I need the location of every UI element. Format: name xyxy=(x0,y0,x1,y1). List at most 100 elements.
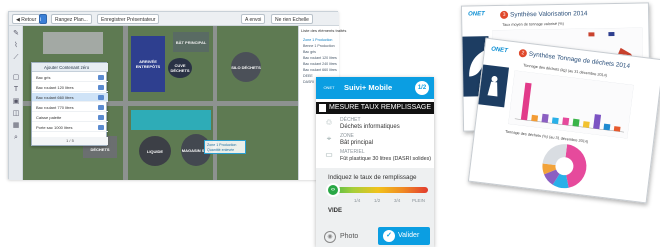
building-lot[interactable] xyxy=(43,32,103,54)
fill-level-slider[interactable] xyxy=(328,187,428,193)
container-row[interactable]: Bac roulant 660 litres xyxy=(32,93,108,102)
tab-presentation[interactable]: Enregistrer Présentateur xyxy=(97,14,160,24)
text-icon[interactable]: T xyxy=(12,86,20,94)
materiel-icon: ▭ xyxy=(325,150,333,159)
building-label: LIQUIDE xyxy=(146,148,164,154)
onet-logo: ONET xyxy=(323,85,335,90)
tick-label: 1/2 xyxy=(374,198,381,203)
building-label: CUVE DÉCHETS xyxy=(170,63,190,73)
image-icon[interactable]: ▣ xyxy=(12,98,20,106)
list-item[interactable]: Bac roulant 240 litres xyxy=(303,62,337,66)
photo-button[interactable]: ◉ Photo xyxy=(324,230,372,244)
bin-icon xyxy=(98,75,104,80)
section-bar: MESURE TAUX REMPLISSAGE xyxy=(316,102,434,114)
section-title: MESURE TAUX REMPLISSAGE xyxy=(329,104,432,111)
materiel-value: Fût plastique 30 litres (DASRI solides) xyxy=(340,156,432,162)
report-side-band xyxy=(478,64,510,108)
waste-icon: ♲ xyxy=(325,118,333,127)
tooltip-text: Quantité enlevée xyxy=(207,148,235,152)
left-toolbar: ✎ ⌇ ⟋ ▢ T ▣ ◫ ▦ ⌕ xyxy=(9,26,23,180)
list-item[interactable]: Bac roulant 120 litres xyxy=(303,56,337,60)
photo-label: Photo xyxy=(340,233,359,240)
bar xyxy=(551,117,559,125)
materiel-label: MATERIEL xyxy=(340,149,365,155)
pen-icon[interactable]: ✎ xyxy=(12,30,20,38)
container-row[interactable]: Bac gris xyxy=(32,73,108,82)
back-button[interactable]: ◀ Retour xyxy=(12,14,41,24)
bin-icon xyxy=(98,85,104,90)
building-liquide[interactable]: LIQUIDE xyxy=(139,136,171,166)
line-icon[interactable]: ⟋ xyxy=(12,54,20,62)
shape-icon[interactable]: ▢ xyxy=(12,74,20,82)
building-label: BÂT PRINCIPAL xyxy=(175,39,207,45)
onet-logo: ONET xyxy=(490,46,509,55)
bar xyxy=(613,126,621,132)
list-item[interactable]: DASRI xyxy=(303,80,314,84)
tonnage-bar-chart xyxy=(508,70,634,139)
container-label: Bac roulant 770 litres xyxy=(36,105,74,110)
tonnage-donut-chart xyxy=(542,144,587,189)
send-button[interactable]: A envoi xyxy=(241,14,266,24)
tick-label: 1/4 xyxy=(354,198,361,203)
container-label: Porte sac 1000 litres xyxy=(36,125,73,130)
bar xyxy=(582,121,590,128)
bar xyxy=(572,118,580,127)
grid-icon[interactable]: ▦ xyxy=(12,122,20,130)
tick-label: 3/4 xyxy=(394,198,401,203)
zone-label: ZONE xyxy=(340,133,354,139)
report-page-tonnage: ONET 2 Synthèse Tonnage de déchets 2014 T… xyxy=(467,37,660,204)
toolbar: ◀ Retour i Rangez Plan... Enregistrer Pr… xyxy=(9,12,339,26)
brush-icon[interactable]: ⌇ xyxy=(12,42,20,50)
validate-button[interactable]: ✓ Valider xyxy=(378,227,430,245)
slider-handle[interactable]: ‹› xyxy=(326,183,340,197)
list-item[interactable]: Benne 1 Production xyxy=(303,44,335,48)
container-row[interactable]: Bac roulant 120 litres xyxy=(32,83,108,92)
tick-label: PLEIN xyxy=(412,198,426,203)
fill-level-value: VIDE xyxy=(328,208,343,214)
container-label: Caisse palette xyxy=(36,115,62,120)
report-number-badge: 3 xyxy=(500,10,509,19)
bar xyxy=(562,117,570,126)
container-row[interactable]: Bac roulant 770 litres xyxy=(32,103,108,112)
container-label: Bac roulant 660 litres xyxy=(36,95,74,100)
building-arrivee[interactable]: ARRIVÉE ENTREPÔTS xyxy=(131,36,165,92)
panel-title: Ajouter Contenant zéro xyxy=(32,63,108,72)
scale-button[interactable]: Ne rien Echelle xyxy=(271,14,313,24)
info-icon[interactable]: i xyxy=(39,14,47,24)
list-item[interactable]: Zone 1 Production xyxy=(303,38,332,42)
layer-icon[interactable]: ◫ xyxy=(12,110,20,118)
building-cuve[interactable]: CUVE DÉCHETS xyxy=(168,58,192,78)
list-item[interactable]: Bac gris xyxy=(303,50,316,54)
dechet-label: DÉCHET xyxy=(340,117,361,123)
back-label: Retour xyxy=(21,17,37,23)
container-row[interactable]: Porte sac 1000 litres xyxy=(32,123,108,132)
report-title-text: Synthèse Valorisation 2014 xyxy=(510,10,588,19)
list-item[interactable]: Bac roulant 660 litres xyxy=(303,68,337,72)
search-icon[interactable]: ⌕ xyxy=(12,134,20,142)
building-silo[interactable]: SILO DÉCHETS xyxy=(231,52,261,82)
validate-label: Valider xyxy=(398,232,420,239)
building-label: SILO DÉCHETS xyxy=(231,64,261,70)
onet-logo: ONET xyxy=(468,11,485,18)
bar xyxy=(531,114,539,122)
building-principal[interactable]: BÂT PRINCIPAL xyxy=(173,32,209,52)
container-row[interactable]: Caisse palette xyxy=(32,113,108,122)
report-number-badge: 2 xyxy=(518,48,528,58)
bin-icon xyxy=(98,125,104,130)
tab-plans[interactable]: Rangez Plan... xyxy=(51,14,92,24)
bin-icon xyxy=(98,105,104,110)
pager[interactable]: 1 / 5 xyxy=(32,137,108,145)
list-item[interactable]: DEEE xyxy=(303,74,313,78)
building-label: ARRIVÉE ENTREPÔTS xyxy=(135,59,161,69)
zone-value: Bât principal xyxy=(340,140,374,146)
zone-icon: ⌖ xyxy=(326,134,332,143)
bin-icon xyxy=(98,115,104,120)
fill-question: Indiquez le taux de remplissage xyxy=(328,174,417,181)
camera-icon: ◉ xyxy=(324,231,336,243)
page-toggle-button[interactable]: 1/2 xyxy=(415,81,429,95)
zone-production-highlight[interactable] xyxy=(131,110,211,130)
check-icon: ✓ xyxy=(383,230,395,242)
report-subtitle: Taux moyen de tonnage valorisé (%) xyxy=(502,21,564,27)
container-label: Bac roulant 120 litres xyxy=(36,85,74,90)
report-title: 3 Synthèse Valorisation 2014 xyxy=(500,9,587,19)
